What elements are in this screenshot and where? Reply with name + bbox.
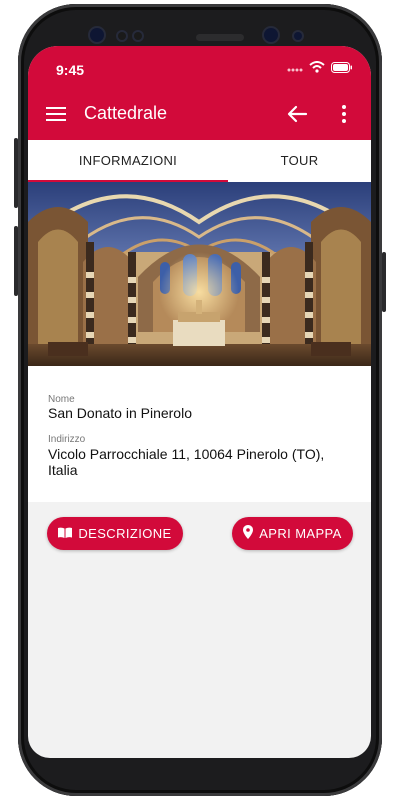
app-screen: 9:45 Cattedrale INFORMAZIONI TOUR Nome S… xyxy=(28,46,371,758)
status-bar: 9:45 xyxy=(28,46,371,88)
cellular-dots-icon xyxy=(287,60,303,78)
open-map-button[interactable]: APRI MAPPA xyxy=(232,517,353,550)
front-camera xyxy=(264,28,278,42)
volume-button xyxy=(14,226,18,296)
tab-informazioni[interactable]: INFORMAZIONI xyxy=(28,140,228,182)
address-value: Vicolo Parrocchiale 11, 10064 Pinerolo (… xyxy=(48,446,325,478)
status-icons xyxy=(287,60,353,78)
earpiece-speaker xyxy=(196,34,244,41)
description-button-label: DESCRIZIONE xyxy=(78,526,172,541)
app-bar: Cattedrale xyxy=(28,88,371,140)
volume-button xyxy=(14,138,18,208)
info-card: Nome San Donato in Pinerolo Indirizzo Vi… xyxy=(28,366,371,502)
book-icon xyxy=(58,526,73,541)
app-bar-title: Cattedrale xyxy=(84,103,168,123)
cathedral-interior-photo xyxy=(28,182,371,366)
sensor xyxy=(118,32,126,40)
map-pin-icon xyxy=(243,525,254,542)
sensor xyxy=(294,32,302,40)
wifi-icon xyxy=(309,60,325,78)
menu-icon[interactable] xyxy=(46,104,66,124)
power-button xyxy=(382,252,386,312)
name-label: Nome xyxy=(48,394,75,405)
tab-bar: INFORMAZIONI TOUR xyxy=(28,140,371,183)
more-vertical-icon[interactable] xyxy=(340,102,348,126)
status-time: 9:45 xyxy=(56,62,85,78)
description-button[interactable]: DESCRIZIONE xyxy=(47,517,183,550)
address-label: Indirizzo xyxy=(48,434,86,445)
sensor xyxy=(134,32,142,40)
battery-icon xyxy=(331,60,353,78)
tab-tour[interactable]: TOUR xyxy=(228,140,371,182)
front-camera xyxy=(90,28,104,42)
back-arrow-icon[interactable] xyxy=(286,104,308,124)
open-map-button-label: APRI MAPPA xyxy=(259,526,342,541)
name-value: San Donato in Pinerolo xyxy=(48,405,192,421)
